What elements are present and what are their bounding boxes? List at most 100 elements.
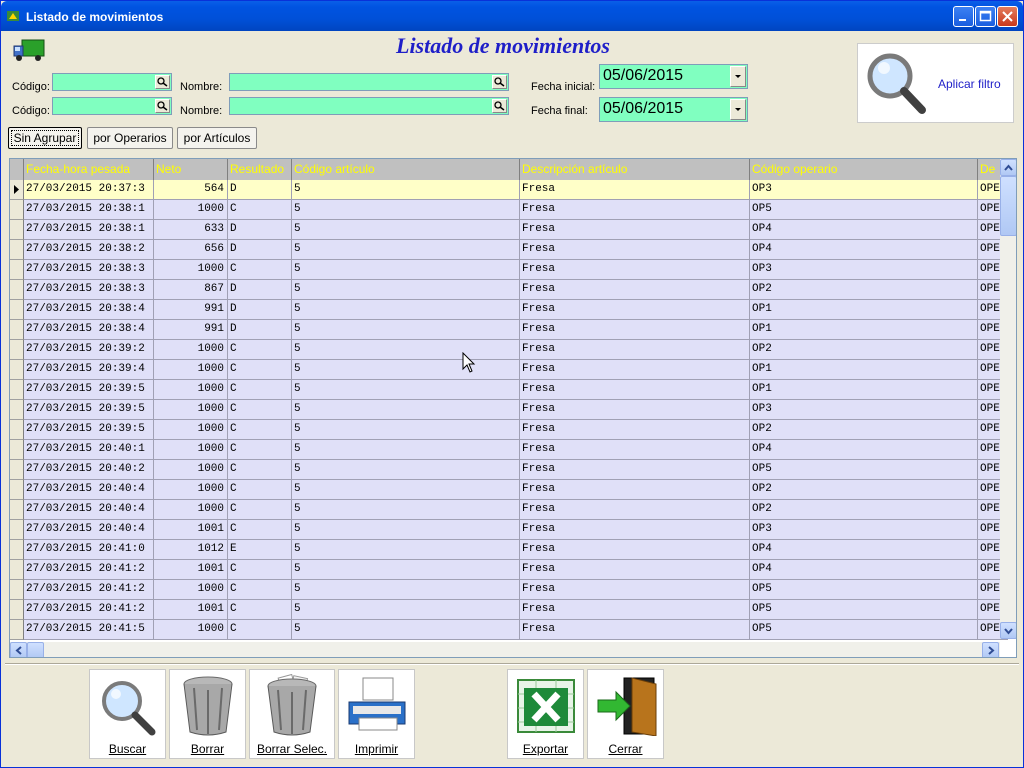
cell-fecha-hora[interactable]: 27/03/2015 20:37:3	[24, 180, 154, 200]
h-scroll-thumb[interactable]	[27, 642, 44, 657]
table-row[interactable]: 27/03/2015 20:41:2 1001 C 5 Fresa OP4 OPE	[10, 560, 1008, 580]
cell-fecha-hora[interactable]: 27/03/2015 20:41:0	[24, 540, 154, 560]
cell-neto[interactable]: 1000	[154, 440, 228, 460]
cell-descripcion-articulo[interactable]: Fresa	[520, 420, 750, 440]
row-indicator[interactable]	[10, 440, 24, 460]
cell-codigo-articulo[interactable]: 5	[292, 560, 520, 580]
table-row[interactable]: 27/03/2015 20:40:4 1000 C 5 Fresa OP2 OPE	[10, 480, 1008, 500]
row-indicator[interactable]	[10, 480, 24, 500]
cell-fecha-hora[interactable]: 27/03/2015 20:39:4	[24, 360, 154, 380]
cell-resultado[interactable]: C	[228, 360, 292, 380]
cell-codigo-articulo[interactable]: 5	[292, 320, 520, 340]
row-indicator[interactable]	[10, 260, 24, 280]
cell-neto[interactable]: 1000	[154, 620, 228, 640]
row-indicator[interactable]	[10, 220, 24, 240]
cell-fecha-hora[interactable]: 27/03/2015 20:38:4	[24, 300, 154, 320]
lookup-button[interactable]	[155, 75, 170, 89]
row-indicator[interactable]	[10, 460, 24, 480]
table-row[interactable]: 27/03/2015 20:40:2 1000 C 5 Fresa OP5 OPE	[10, 460, 1008, 480]
column-header-codigo-articulo[interactable]: Código artículo	[292, 159, 520, 180]
row-indicator[interactable]	[10, 340, 24, 360]
cell-neto[interactable]: 1001	[154, 520, 228, 540]
column-header-codigo-operario[interactable]: Código operario	[750, 159, 978, 180]
cell-resultado[interactable]: C	[228, 560, 292, 580]
cell-fecha-hora[interactable]: 27/03/2015 20:38:1	[24, 200, 154, 220]
cell-codigo-operario[interactable]: OP5	[750, 620, 978, 640]
cell-codigo-operario[interactable]: OP4	[750, 240, 978, 260]
cell-fecha-hora[interactable]: 27/03/2015 20:40:4	[24, 500, 154, 520]
scroll-left-button[interactable]	[10, 642, 27, 657]
table-row[interactable]: 27/03/2015 20:38:2 656 D 5 Fresa OP4 OPE	[10, 240, 1008, 260]
cell-codigo-operario[interactable]: OP5	[750, 580, 978, 600]
scroll-right-button[interactable]	[982, 642, 999, 657]
cell-resultado[interactable]: C	[228, 260, 292, 280]
table-row[interactable]: 27/03/2015 20:37:3 564 D 5 Fresa OP3 OPE	[10, 180, 1008, 200]
cell-codigo-operario[interactable]: OP4	[750, 440, 978, 460]
table-row[interactable]: 27/03/2015 20:39:5 1000 C 5 Fresa OP1 OPE	[10, 380, 1008, 400]
cell-descripcion-articulo[interactable]: Fresa	[520, 520, 750, 540]
cell-resultado[interactable]: C	[228, 580, 292, 600]
cell-codigo-operario[interactable]: OP5	[750, 600, 978, 620]
minimize-button[interactable]	[953, 6, 974, 27]
aplicar-filtro-button[interactable]: Aplicar filtro	[857, 43, 1014, 123]
column-header-resultado[interactable]: Resultado	[228, 159, 292, 180]
cell-descripcion-articulo[interactable]: Fresa	[520, 300, 750, 320]
cell-fecha-hora[interactable]: 27/03/2015 20:38:4	[24, 320, 154, 340]
cell-codigo-operario[interactable]: OP2	[750, 280, 978, 300]
cell-neto[interactable]: 1000	[154, 420, 228, 440]
cell-codigo-articulo[interactable]: 5	[292, 260, 520, 280]
cell-fecha-hora[interactable]: 27/03/2015 20:40:1	[24, 440, 154, 460]
cell-descripcion-articulo[interactable]: Fresa	[520, 360, 750, 380]
codigo-field-2[interactable]	[52, 97, 172, 115]
table-row[interactable]: 27/03/2015 20:40:4 1001 C 5 Fresa OP3 OPE	[10, 520, 1008, 540]
cell-resultado[interactable]: C	[228, 480, 292, 500]
cell-resultado[interactable]: C	[228, 400, 292, 420]
cell-codigo-operario[interactable]: OP4	[750, 560, 978, 580]
cell-neto[interactable]: 1000	[154, 500, 228, 520]
table-row[interactable]: 27/03/2015 20:41:2 1001 C 5 Fresa OP5 OPE	[10, 600, 1008, 620]
sin-agrupar-button[interactable]: Sin Agrupar	[8, 127, 82, 149]
cell-codigo-articulo[interactable]: 5	[292, 480, 520, 500]
row-indicator[interactable]	[10, 360, 24, 380]
cell-codigo-operario[interactable]: OP2	[750, 500, 978, 520]
cell-resultado[interactable]: C	[228, 380, 292, 400]
cell-descripcion-articulo[interactable]: Fresa	[520, 440, 750, 460]
cell-codigo-articulo[interactable]: 5	[292, 440, 520, 460]
cell-codigo-articulo[interactable]: 5	[292, 240, 520, 260]
cell-codigo-operario[interactable]: OP3	[750, 260, 978, 280]
fecha-inicial-picker[interactable]: 05/06/2015	[599, 64, 748, 89]
cell-codigo-operario[interactable]: OP3	[750, 180, 978, 200]
fecha-final-picker[interactable]: 05/06/2015	[599, 97, 748, 122]
close-button[interactable]	[997, 6, 1018, 27]
cell-codigo-articulo[interactable]: 5	[292, 380, 520, 400]
nombre-field-2[interactable]	[229, 97, 509, 115]
vertical-scrollbar[interactable]	[1000, 159, 1016, 639]
cell-descripcion-articulo[interactable]: Fresa	[520, 620, 750, 640]
cell-descripcion-articulo[interactable]: Fresa	[520, 380, 750, 400]
table-row[interactable]: 27/03/2015 20:39:4 1000 C 5 Fresa OP1 OPE	[10, 360, 1008, 380]
lookup-button[interactable]	[155, 99, 170, 113]
table-row[interactable]: 27/03/2015 20:39:2 1000 C 5 Fresa OP2 OPE	[10, 340, 1008, 360]
cell-fecha-hora[interactable]: 27/03/2015 20:40:4	[24, 520, 154, 540]
table-row[interactable]: 27/03/2015 20:41:0 1012 E 5 Fresa OP4 OPE	[10, 540, 1008, 560]
row-indicator[interactable]	[10, 540, 24, 560]
column-header-fecha-hora[interactable]: Fecha-hora pesada	[24, 159, 154, 180]
cell-codigo-operario[interactable]: OP4	[750, 540, 978, 560]
cell-descripcion-articulo[interactable]: Fresa	[520, 340, 750, 360]
imprimir-button[interactable]: Imprimir	[338, 669, 415, 759]
cell-codigo-operario[interactable]: OP1	[750, 360, 978, 380]
buscar-button[interactable]: Buscar	[89, 669, 166, 759]
cell-resultado[interactable]: D	[228, 220, 292, 240]
lookup-button[interactable]	[492, 75, 507, 89]
lookup-button[interactable]	[492, 99, 507, 113]
table-row[interactable]: 27/03/2015 20:41:2 1000 C 5 Fresa OP5 OPE	[10, 580, 1008, 600]
row-indicator[interactable]	[10, 200, 24, 220]
title-bar[interactable]: Listado de movimientos	[1, 1, 1023, 31]
cell-descripcion-articulo[interactable]: Fresa	[520, 500, 750, 520]
cell-codigo-articulo[interactable]: 5	[292, 200, 520, 220]
cell-resultado[interactable]: D	[228, 180, 292, 200]
row-indicator[interactable]	[10, 280, 24, 300]
table-row[interactable]: 27/03/2015 20:40:1 1000 C 5 Fresa OP4 OPE	[10, 440, 1008, 460]
cell-descripcion-articulo[interactable]: Fresa	[520, 480, 750, 500]
cell-descripcion-articulo[interactable]: Fresa	[520, 320, 750, 340]
